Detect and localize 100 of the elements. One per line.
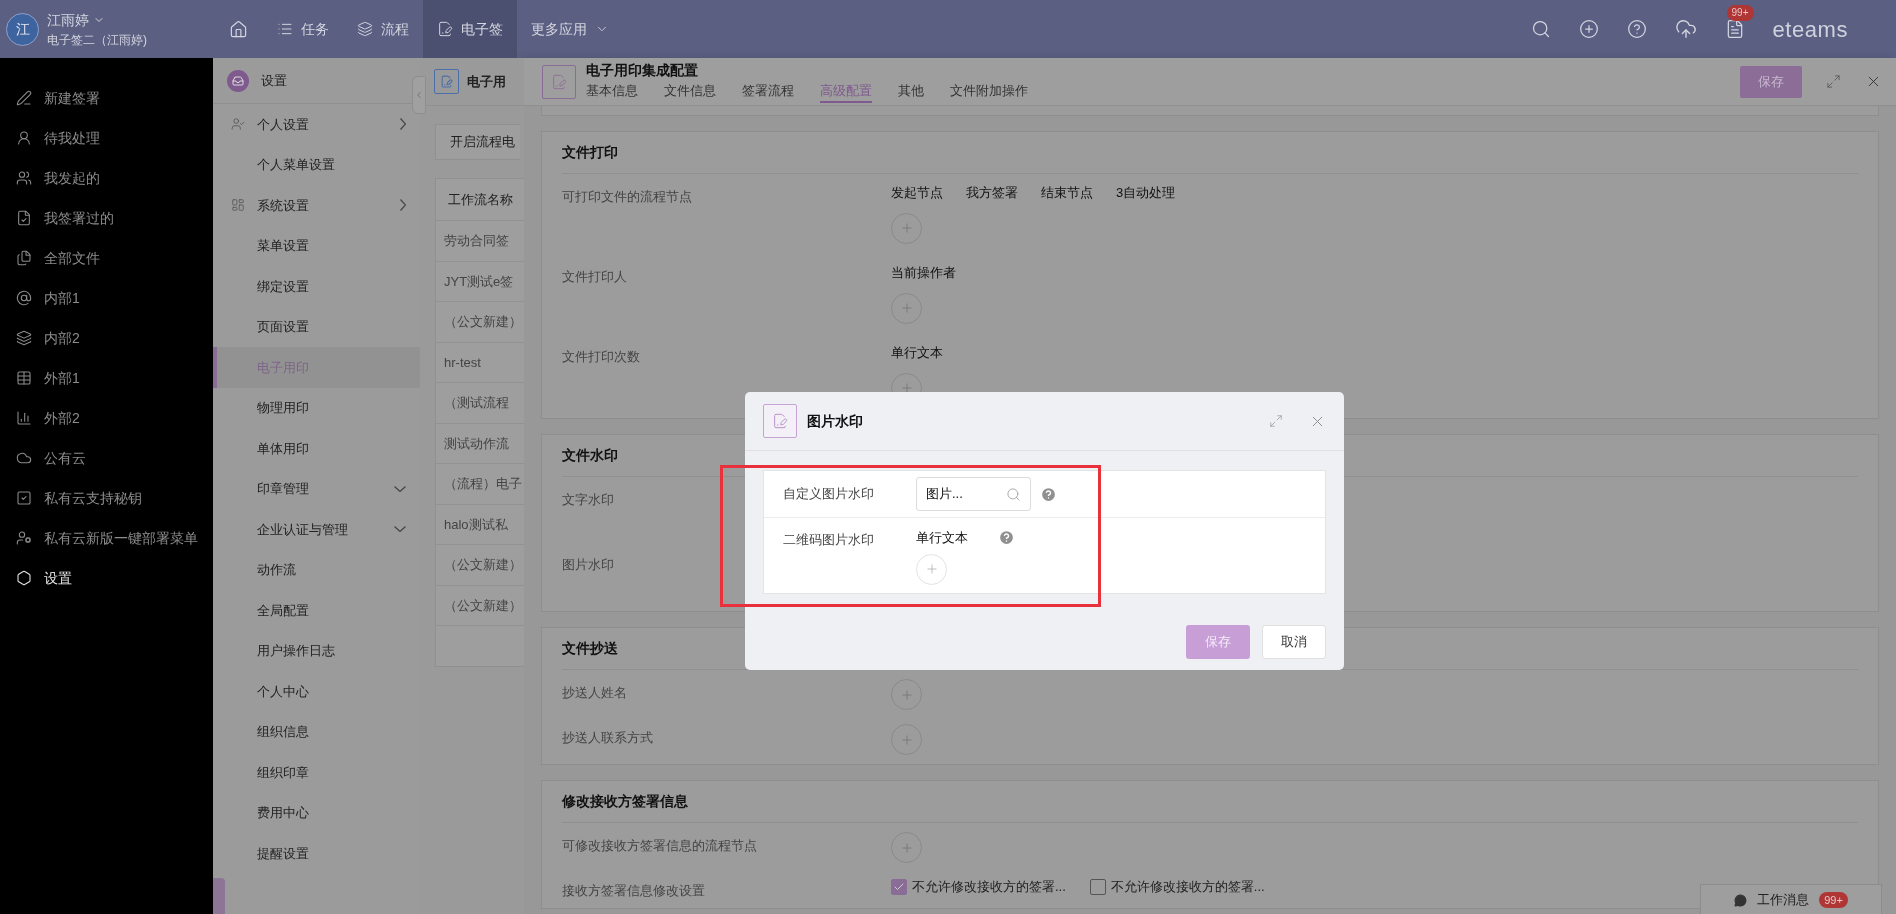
cancel-button[interactable]: 取消 <box>1262 625 1326 659</box>
notification-badge: 99+ <box>1819 892 1848 908</box>
section-title: 文件抄送 <box>562 639 618 658</box>
field-value: 结束节点 <box>1041 184 1093 202</box>
panel-title: 电子用 <box>467 72 506 91</box>
tab[interactable]: 基本信息 <box>586 80 638 103</box>
field-label: 自定义图片水印 <box>782 485 875 504</box>
menu-item[interactable]: 印章管理 <box>213 468 420 509</box>
cloud-upload-icon[interactable] <box>1674 18 1697 40</box>
sidebar-item[interactable]: 外部2 <box>0 398 213 438</box>
menu-item[interactable]: 物理用印 <box>213 387 420 428</box>
menu-item[interactable]: 个人菜单设置 <box>213 144 420 185</box>
checkbox-icon <box>16 490 32 506</box>
chat-bubble-icon <box>1734 893 1748 907</box>
field-value: 3自动处理 <box>1116 184 1176 202</box>
plus-icon <box>899 840 914 855</box>
section-title: 文件打印 <box>562 143 618 162</box>
menu-item[interactable]: 动作流 <box>213 549 420 590</box>
notification-badge: 99+ <box>1726 5 1754 21</box>
plus-icon <box>899 732 914 747</box>
sidebar-item[interactable]: 私有云支持秘钥 <box>0 478 213 518</box>
field-value: 我方签署 <box>966 184 1018 202</box>
search-icon[interactable] <box>1530 19 1551 39</box>
sidebar-item[interactable]: 公有云 <box>0 438 213 478</box>
menu-item[interactable]: 全局配置 <box>213 590 420 631</box>
open-flow-button[interactable]: 开启流程电 <box>435 124 520 160</box>
field-label: 文字水印 <box>562 492 614 507</box>
plus-icon <box>899 301 914 315</box>
field-label: 二维码图片水印 <box>782 531 875 549</box>
menu-item[interactable]: 用户操作日志 <box>213 630 420 671</box>
menu-item[interactable]: 单体用印 <box>213 428 420 469</box>
nav-tab[interactable]: 更多应用 <box>517 0 623 58</box>
nav-tab[interactable]: 电子签 <box>423 0 517 58</box>
user-subtitle: 电子签二（江雨婷) <box>47 31 147 49</box>
menu-item[interactable]: 个人设置 <box>213 104 420 145</box>
layers-icon <box>357 21 373 37</box>
collapse-handle[interactable] <box>213 878 225 914</box>
document-pen-icon <box>437 21 453 37</box>
collapse-handle[interactable] <box>412 76 426 114</box>
help-icon[interactable] <box>1626 19 1647 39</box>
check-icon <box>893 881 905 893</box>
add-circle-icon[interactable] <box>1578 19 1599 39</box>
sidebar-item[interactable]: 设置 <box>0 558 213 598</box>
checkbox[interactable] <box>1089 879 1106 895</box>
menu-item[interactable]: 组织印章 <box>213 752 420 793</box>
checkbox[interactable] <box>891 879 907 895</box>
work-messages-button[interactable]: 工作消息 99+ <box>1700 884 1882 914</box>
field-label: 可打印文件的流程节点 <box>562 189 692 204</box>
sidebar-item[interactable]: 新建签署 <box>0 78 213 118</box>
list-icon <box>277 21 293 37</box>
menu-item[interactable]: 绑定设置 <box>213 266 420 307</box>
tab[interactable]: 文件附加操作 <box>950 80 1028 103</box>
tab[interactable]: 文件信息 <box>664 80 716 103</box>
sidebar-item[interactable]: 我发起的 <box>0 158 213 198</box>
document-check-icon <box>16 210 32 226</box>
sidebar-item[interactable]: 内部2 <box>0 318 213 358</box>
tab[interactable]: 其他 <box>898 80 924 103</box>
nav-tab[interactable]: 流程 <box>343 0 423 58</box>
expand-icon[interactable] <box>1269 414 1283 428</box>
bar-chart-icon <box>16 410 32 426</box>
user-gear-icon <box>16 530 32 546</box>
field-label: 可修改接收方签署信息的流程节点 <box>562 838 757 853</box>
expand-icon[interactable] <box>1826 74 1841 89</box>
user-avatar[interactable]: 江 <box>6 12 39 46</box>
dashboard-icon <box>231 198 245 213</box>
sidebar-item[interactable]: 内部1 <box>0 278 213 318</box>
sidebar-item[interactable]: 全部文件 <box>0 238 213 278</box>
menu-item[interactable]: 菜单设置 <box>213 225 420 266</box>
field-value: 发起节点 <box>891 184 943 202</box>
sidebar-item[interactable]: 外部1 <box>0 358 213 398</box>
menu-item[interactable]: 组织信息 <box>213 711 420 752</box>
user-name[interactable]: 江雨婷 <box>47 9 89 31</box>
at-sign-icon <box>16 290 32 306</box>
checkbox-option[interactable]: 不允许修改接收方的签署... <box>891 877 1066 897</box>
user-icon <box>16 130 32 146</box>
search-field[interactable]: 图片... <box>916 477 1031 511</box>
brand-logo: eteams <box>1772 15 1848 44</box>
sidebar-item[interactable]: 私有云新版一键部署菜单 <box>0 518 213 558</box>
pen-icon <box>16 90 32 106</box>
plus-icon <box>899 381 914 395</box>
table-icon <box>16 370 32 386</box>
files-icon <box>16 250 32 266</box>
menu-item[interactable]: 系统设置 <box>213 185 420 226</box>
menu-item[interactable]: 提醒设置 <box>213 833 420 874</box>
cloud-icon <box>16 450 32 466</box>
field-label: 抄送人联系方式 <box>562 730 653 745</box>
section-title: 文件水印 <box>562 446 618 465</box>
menu-item[interactable]: 页面设置 <box>213 306 420 347</box>
menu-item[interactable]: 企业认证与管理 <box>213 509 420 550</box>
document-icon <box>542 64 576 99</box>
menu-item[interactable]: 个人中心 <box>213 671 420 712</box>
field-label: 图片水印 <box>562 557 614 572</box>
tab[interactable]: 签署流程 <box>742 80 794 103</box>
drawer-title: 电子用印集成配置 <box>586 60 699 79</box>
sidebar-item[interactable]: 我签署过的 <box>0 198 213 238</box>
menu-item[interactable]: 费用中心 <box>213 792 420 833</box>
field-label: 文件打印次数 <box>562 349 640 364</box>
checkbox-option[interactable]: 不允许修改接收方的签署... <box>1089 877 1265 897</box>
sidebar-item[interactable]: 待我处理 <box>0 118 213 158</box>
nav-tab[interactable]: 任务 <box>263 0 343 58</box>
